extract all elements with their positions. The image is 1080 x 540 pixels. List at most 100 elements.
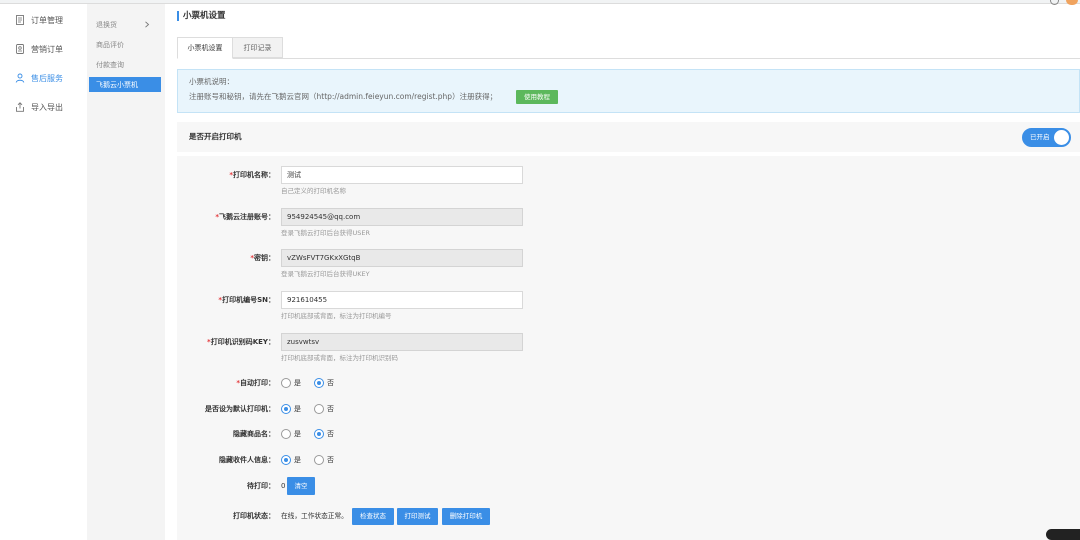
pending-print-row: 待打印： 0 清空 (177, 477, 1080, 495)
import-export-icon (15, 102, 25, 112)
printer-key-row: *打印机识别码KEY： 打印机底部或背面，标注为打印机识别码 (177, 333, 1080, 362)
radio-label: 是 (294, 405, 301, 413)
radio-no[interactable]: 否 (314, 404, 334, 414)
radio-yes[interactable]: 是 (281, 455, 301, 465)
field-hint: 打印机底部或背面，标注为打印机编号 (281, 312, 392, 320)
field-label: *自动打印： (177, 377, 275, 389)
field-label: *打印机识别码KEY： (177, 336, 275, 348)
sidebar-item-label: 营销订单 (31, 44, 63, 54)
printer-notice: 小票机说明： 注册账号和秘钥，请先在飞鹅云官网（http://admin.fei… (177, 69, 1080, 113)
field-label-text: 隐藏商品名： (233, 430, 275, 438)
marketing-order-icon (15, 44, 25, 54)
subnav-item-reviews[interactable]: 商品评价 (89, 37, 161, 52)
default-printer-row: *是否设为默认打印机： 是 否 (177, 400, 1080, 418)
browser-profile-icon[interactable] (1066, 0, 1078, 5)
title-accent-bar (177, 11, 179, 21)
tab-print-records[interactable]: 打印记录 (233, 37, 283, 58)
field-hint: 登录飞鹅云打印后台获得USER (281, 229, 371, 237)
subnav-item-payment-query[interactable]: 付款查询 (89, 57, 161, 72)
chat-widget[interactable] (1046, 529, 1080, 540)
radio-no[interactable]: 否 (314, 378, 334, 388)
toggle-knob (1054, 130, 1069, 145)
hide-recipient-radio-group: 是 否 (281, 454, 347, 466)
printer-key-input[interactable] (281, 333, 523, 351)
subnav-item-label: 飞鹅云小票机 (96, 80, 138, 89)
radio-yes[interactable]: 是 (281, 429, 301, 439)
secret-key-input[interactable] (281, 249, 523, 267)
feieyun-account-input[interactable] (281, 208, 523, 226)
radio-yes[interactable]: 是 (281, 404, 301, 414)
auto-print-row: *自动打印： 是 否 (177, 374, 1080, 392)
printer-enable-toggle[interactable]: 已开启 (1022, 128, 1071, 147)
printer-status-row: 打印机状态： 在线，工作状态正常。 检查状态 打印测试 删除打印机 (177, 507, 1080, 525)
subnav-item-label: 付款查询 (96, 60, 124, 69)
sidebar-item-label: 售后服务 (31, 73, 63, 83)
tab-divider (177, 58, 1080, 59)
browser-toolbar-edge (0, 0, 1080, 4)
field-label-text: 打印机编号SN： (222, 296, 275, 304)
field-label: *隐藏收件人信息： (177, 454, 275, 466)
radio-circle (281, 378, 291, 388)
notice-title: 小票机说明： (189, 77, 234, 86)
pending-label: 待打印： (247, 482, 275, 490)
subnav-item-label: 商品评价 (96, 40, 124, 49)
field-label: *是否设为默认打印机： (177, 403, 275, 415)
printer-sn-input[interactable] (281, 291, 523, 309)
check-status-button[interactable]: 检查状态 (352, 508, 394, 525)
sidebar-item-marketing-orders[interactable]: 营销订单 (0, 39, 87, 59)
order-list-icon (15, 15, 25, 25)
sidebar-item-label: 导入导出 (31, 102, 63, 112)
sidebar-item-orders[interactable]: 订单管理 (0, 10, 87, 30)
sidebar-item-import-export[interactable]: 导入导出 (0, 97, 87, 117)
sidebar-item-label: 订单管理 (31, 15, 63, 25)
field-label-text: 打印机识别码KEY： (210, 338, 275, 346)
field-label-text: 隐藏收件人信息： (219, 456, 275, 464)
subnav-item-feieyun-printer[interactable]: 飞鹅云小票机 (89, 77, 161, 92)
feieyun-account-row: *飞鹅云注册账号： 登录飞鹅云打印后台获得USER (177, 208, 1080, 237)
status-label: 打印机状态： (233, 512, 275, 520)
browser-extension-icon[interactable] (1050, 0, 1059, 5)
toggle-state-label: 已开启 (1030, 133, 1050, 141)
field-hint: 登录飞鹅云打印后台获得UKEY (281, 270, 370, 278)
field-label: *打印机名称： (177, 169, 275, 181)
radio-circle (281, 455, 291, 465)
field-hint: 自己定义的打印机名称 (281, 187, 346, 195)
auto-print-radio-group: 是 否 (281, 377, 347, 389)
printer-enable-label: 是否开启打印机 (189, 132, 242, 141)
secret-key-row: *密钥： 登录飞鹅云打印后台获得UKEY (177, 249, 1080, 278)
field-label-text: 打印机名称： (233, 171, 275, 179)
subnav-item-returns[interactable]: 退换货 (89, 17, 161, 32)
delete-printer-button[interactable]: 删除打印机 (442, 508, 490, 525)
radio-circle (314, 429, 324, 439)
secondary-sidebar: 退换货 商品评价 付款查询 飞鹅云小票机 (87, 0, 165, 540)
tab-printer-settings[interactable]: 小票机设置 (177, 37, 233, 59)
printer-name-row: *打印机名称： 自己定义的打印机名称 (177, 166, 1080, 195)
print-test-button[interactable]: 打印测试 (397, 508, 438, 525)
printer-sn-row: *打印机编号SN： 打印机底部或背面，标注为打印机编号 (177, 291, 1080, 320)
radio-circle (314, 404, 324, 414)
page-title: 小票机设置 (183, 11, 226, 21)
clear-pending-button[interactable]: 清空 (287, 477, 315, 495)
field-label-text: 密钥： (254, 254, 275, 262)
chevron-right-icon (144, 21, 150, 28)
field-label-text: 是否设为默认打印机： (205, 405, 275, 413)
radio-label: 是 (294, 430, 301, 438)
radio-circle (314, 455, 324, 465)
sidebar-item-after-sales[interactable]: 售后服务 (0, 68, 87, 88)
radio-label: 否 (327, 405, 334, 413)
radio-yes[interactable]: 是 (281, 378, 301, 388)
field-label: *隐藏商品名： (177, 428, 275, 440)
tutorial-button[interactable]: 使用教程 (516, 90, 558, 104)
radio-label: 是 (294, 379, 301, 387)
status-text: 在线，工作状态正常。 (281, 512, 348, 520)
printer-enable-row: 是否开启打印机 已开启 (177, 122, 1080, 152)
radio-label: 否 (327, 456, 334, 464)
primary-sidebar: 订单管理 营销订单 售后服务 导入导出 (0, 0, 87, 540)
field-label: *打印机编号SN： (177, 294, 275, 306)
after-sales-user-icon (15, 73, 25, 83)
field-label-text: 飞鹅云注册账号： (219, 213, 275, 221)
radio-no[interactable]: 否 (314, 455, 334, 465)
printer-name-input[interactable] (281, 166, 523, 184)
radio-no[interactable]: 否 (314, 429, 334, 439)
printer-settings-form: *打印机名称： 自己定义的打印机名称 *飞鹅云注册账号： 登录飞鹅云打印后台获得… (177, 156, 1080, 540)
